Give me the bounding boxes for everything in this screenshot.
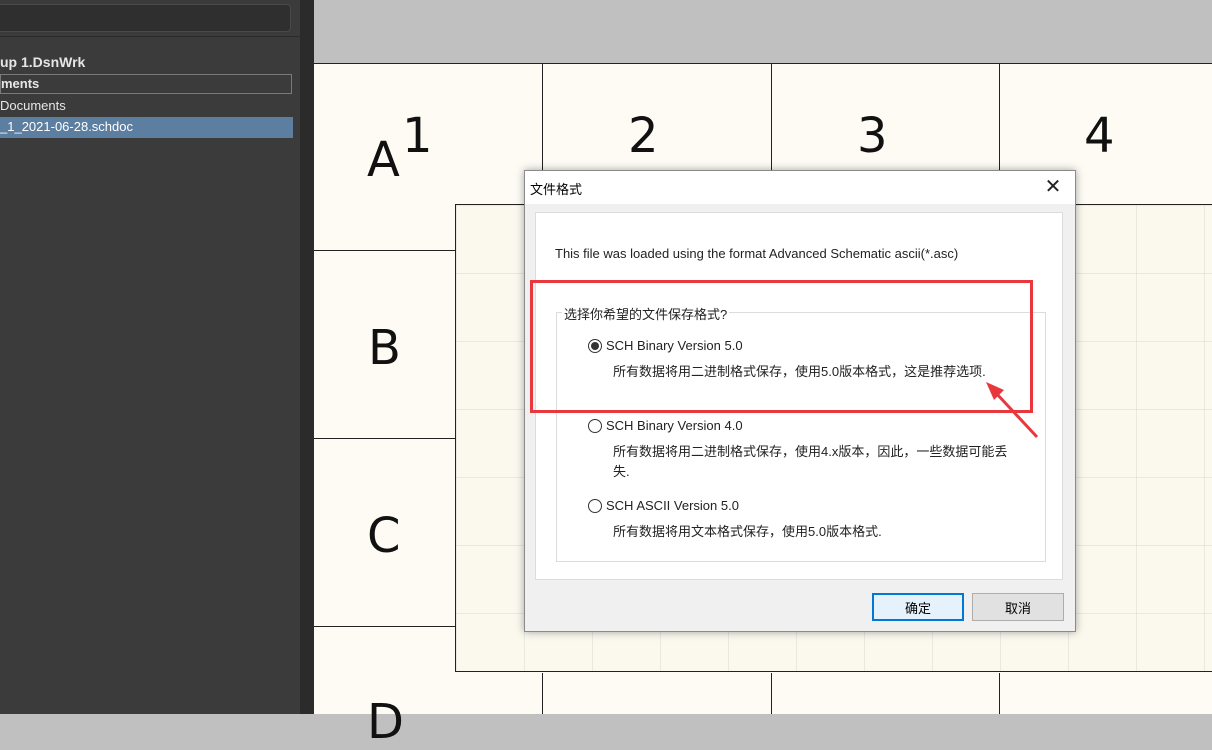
- close-icon[interactable]: ✕: [1039, 174, 1067, 200]
- option-label: SCH ASCII Version 5.0: [606, 498, 739, 513]
- radio-unchecked-icon[interactable]: [588, 418, 602, 433]
- cancel-button[interactable]: 取消: [972, 593, 1064, 621]
- selected-schematic-file[interactable]: _1_2021-06-28.schdoc: [0, 117, 293, 138]
- zone-line: [314, 63, 1212, 64]
- zone-column-4: 4: [1084, 108, 1115, 164]
- option-description: 所有数据将用二进制格式保存，使用4.x版本，因此，一些数据可能丢失.: [613, 444, 1008, 479]
- load-format-message: This file was loaded using the format Ad…: [555, 246, 959, 261]
- workspace-item[interactable]: up 1.DsnWrk: [0, 52, 85, 72]
- zone-column-2: 2: [628, 108, 659, 164]
- project-section-item[interactable]: ments: [0, 74, 292, 94]
- dialog-titlebar[interactable]: 文件格式 ✕: [525, 171, 1075, 204]
- option-description: 所有数据将用二进制格式保存，使用5.0版本格式，这是推荐选项.: [613, 364, 986, 379]
- option-label: SCH Binary Version 5.0: [606, 338, 743, 353]
- panel-search-input[interactable]: [0, 4, 291, 32]
- option-sch-ascii-5[interactable]: SCH ASCII Version 5.0: [588, 498, 739, 513]
- radio-unchecked-icon[interactable]: [588, 498, 602, 513]
- panel-splitter[interactable]: [300, 0, 314, 714]
- panel-divider: [0, 36, 300, 37]
- zone-column-1: 1: [402, 108, 433, 164]
- zone-column-3: 3: [857, 108, 888, 164]
- option-sch-binary-5[interactable]: SCH Binary Version 5.0: [588, 338, 743, 353]
- zone-row-a: A: [367, 132, 400, 188]
- zone-line: [999, 673, 1000, 714]
- dialog-body: This file was loaded using the format Ad…: [535, 212, 1063, 580]
- documents-folder-item[interactable]: Documents: [0, 96, 66, 116]
- zone-line: [542, 673, 543, 714]
- option-description: 所有数据将用文本格式保存，使用5.0版本格式.: [613, 524, 882, 539]
- zone-row-b: B: [368, 320, 401, 376]
- option-sch-binary-4[interactable]: SCH Binary Version 4.0: [588, 418, 743, 433]
- zone-line: [314, 438, 455, 439]
- option-label: SCH Binary Version 4.0: [606, 418, 743, 433]
- dialog-title: 文件格式: [530, 182, 583, 197]
- zone-row-c: C: [367, 508, 401, 564]
- zone-line: [314, 626, 455, 627]
- radio-checked-icon[interactable]: [588, 338, 602, 353]
- zone-line: [314, 250, 455, 251]
- zone-row-d: D: [367, 694, 404, 750]
- projects-panel: up 1.DsnWrk ments Documents _1_2021-06-2…: [0, 0, 300, 714]
- save-format-group-label: 选择你希望的文件保存格式?: [562, 304, 730, 323]
- zone-line: [771, 673, 772, 714]
- ok-button[interactable]: 确定: [872, 593, 964, 621]
- file-format-dialog: 文件格式 ✕ This file was loaded using the fo…: [524, 170, 1076, 632]
